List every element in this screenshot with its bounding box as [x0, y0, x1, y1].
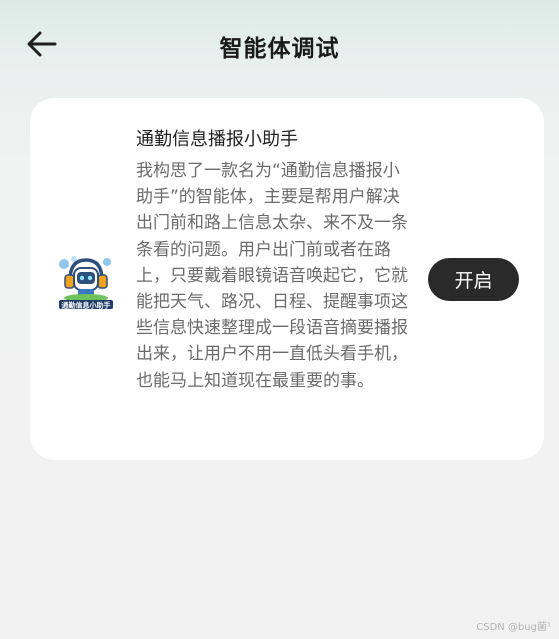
agent-description: 我构思了一款名为“通勤信息播报小助手”的智能体，主要是帮用户解决出门前和路上信息… [136, 161, 408, 391]
agent-headphones-robot-logo: 通勤信息小助手 [52, 250, 120, 312]
page-title: 智能体调试 [219, 36, 340, 62]
watermark: CSDN @bug菌¹ [476, 622, 551, 633]
logo-text: 通勤信息小助手 [62, 301, 111, 310]
start-button[interactable]: 开启 [428, 258, 519, 301]
top-bar: 智能体调试 [0, 0, 559, 92]
agent-logo: 通勤信息小助手 [52, 250, 120, 312]
agent-name: 通勤信息播报小助手 [136, 129, 298, 150]
agent-card: 通勤信息小助手 通勤信息播报小助手 我构思了一款名为“通勤信息播报小助手”的智能… [30, 98, 544, 460]
